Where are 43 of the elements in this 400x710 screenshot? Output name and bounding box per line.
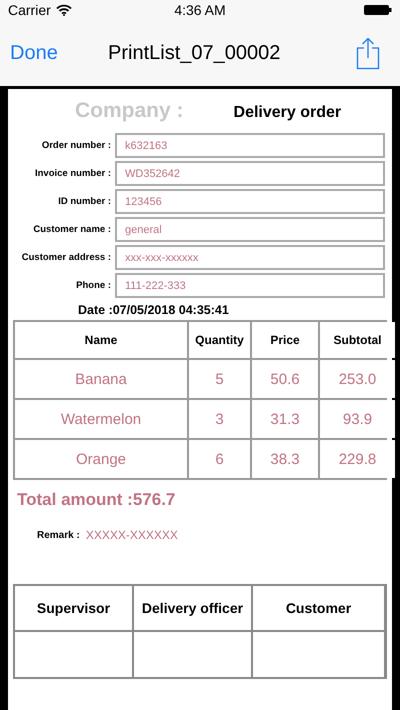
total-amount: Total amount :576.7 (17, 490, 176, 511)
remark-value: XXXXX-XXXXXX (86, 528, 178, 542)
signature-header: Supervisor (15, 586, 132, 630)
date-text: Date :07/05/2018 04:35:41 (78, 303, 230, 319)
input-field[interactable]: WD352642 (115, 161, 385, 186)
field-label: ID number : (57, 196, 112, 207)
done-button[interactable]: Done (10, 42, 58, 64)
signature-header: Delivery officer (134, 586, 251, 630)
input-field[interactable]: k632163 (115, 133, 385, 158)
table-cell: 6 (189, 440, 250, 478)
input-field[interactable]: 111-222-333 (115, 273, 385, 298)
column-header: Quantity (189, 322, 250, 358)
table-cell: 229.8 (320, 440, 395, 478)
wifi-icon (56, 4, 72, 16)
remark-label: Remark : (37, 530, 80, 540)
carrier-name: Carrier (8, 2, 51, 18)
table-cell: 5 (189, 360, 250, 398)
status-time: 4:36 AM (174, 2, 226, 18)
field-label: Phone : (75, 280, 112, 291)
nav-title: PrintList_07_00002 (108, 42, 280, 64)
column-header: Name (15, 322, 187, 358)
column-header: Price (252, 322, 318, 358)
table-cell: Watermelon (15, 400, 187, 438)
field-label: Order number : (40, 140, 112, 151)
input-field[interactable]: 123456 (115, 189, 385, 214)
table-cell: 253.0 (320, 360, 395, 398)
table-cell: Orange (15, 440, 187, 478)
signature-header: Customer (253, 586, 384, 630)
column-header: Subtotal (320, 322, 395, 358)
input-field[interactable]: xxx-xxx-xxxxxx (115, 245, 385, 270)
document-title: Delivery order (234, 104, 342, 122)
input-field[interactable]: general (115, 217, 385, 242)
table-cell: 3 (189, 400, 250, 438)
table-cell: 38.3 (252, 440, 318, 478)
field-label: Customer name : (32, 224, 112, 235)
table-cell: 93.9 (320, 400, 395, 438)
field-label: Customer address : (20, 252, 112, 263)
table-cell: Banana (15, 360, 187, 398)
table-cell: 50.6 (252, 360, 318, 398)
table-cell: 31.3 (252, 400, 318, 438)
share-icon[interactable] (356, 36, 380, 70)
battery-icon (364, 5, 392, 15)
field-label: Invoice number : (34, 168, 112, 179)
